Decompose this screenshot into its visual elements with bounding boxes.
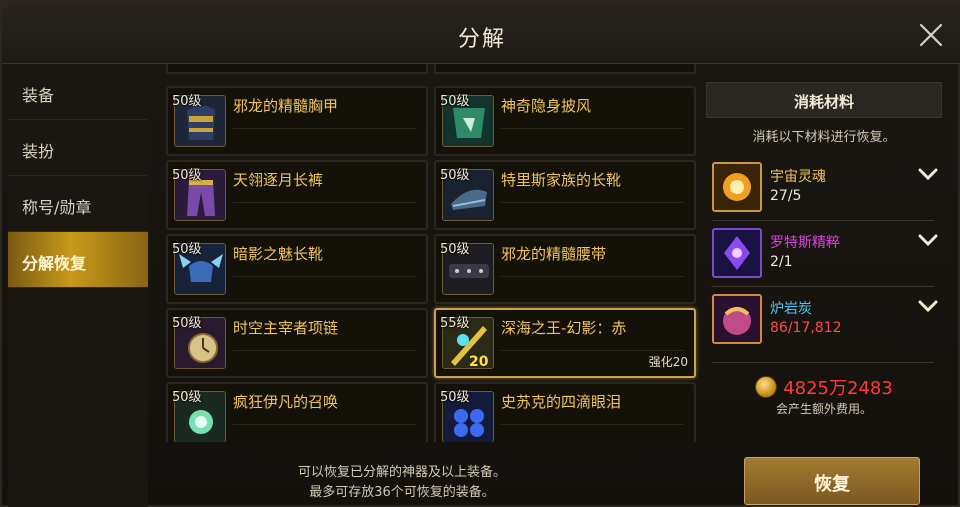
svg-text:20: 20 (469, 354, 489, 369)
material-item[interactable]: 罗特斯精粹 2/1 (712, 228, 942, 280)
list-item[interactable]: 50级 疯狂伊凡的召唤 (166, 382, 428, 442)
sidebar-item-restore[interactable]: 分解恢复 (8, 232, 148, 288)
title-bar: 分解 (2, 2, 960, 64)
close-icon[interactable] (918, 22, 944, 48)
list-item[interactable]: 50级 神奇隐身披风 (434, 86, 696, 156)
chevron-down-icon[interactable] (918, 298, 938, 313)
materials-header: 消耗材料 (706, 82, 942, 118)
material-item[interactable]: 炉岩炭 86/17,812 (712, 294, 942, 346)
list-item[interactable] (166, 64, 428, 74)
list-item[interactable]: 50级 天翎逐月长裤 (166, 160, 428, 230)
chevron-down-icon[interactable] (918, 166, 938, 181)
cost-row: 4825万2483 (706, 374, 942, 400)
cost-value: 4825万2483 (783, 378, 893, 399)
list-item[interactable] (434, 64, 696, 74)
restore-button[interactable]: 恢复 (744, 457, 920, 505)
list-item[interactable]: 50级 史苏克的四滴眼泪 (434, 382, 696, 442)
rotus-essence-icon (712, 228, 762, 278)
materials-subtitle: 消耗以下材料进行恢复。 (752, 130, 896, 145)
sidebar-item-equipment[interactable]: 装备 (8, 64, 148, 120)
list-item[interactable]: 50级 暗影之魅长靴 (166, 234, 428, 304)
footer-note-2: 最多可存放36个可恢复的装备。 (309, 485, 495, 500)
gold-coin-icon (755, 376, 778, 398)
footer-note-1: 可以恢复已分解的神器及以上装备。 (297, 465, 506, 480)
sidebar-item-title-medal[interactable]: 称号/勋章 (8, 176, 148, 232)
window-title: 分解 (457, 27, 506, 52)
chevron-down-icon[interactable] (918, 232, 938, 247)
cost-note: 会产生额外费用。 (775, 402, 872, 416)
list-item[interactable]: 50级 邪龙的精髓胸甲 (166, 86, 428, 156)
enhance-level: 强化20 (648, 355, 688, 369)
list-item[interactable]: 50级 特里斯家族的长靴 (434, 160, 696, 230)
decompose-window: 分解 装备 装扮 称号/勋章 分解恢复 50级 邪龙的精髓胸甲 50级 神奇隐身… (0, 0, 960, 507)
list-item[interactable]: 50级 时空主宰者项链 (166, 308, 428, 378)
restorable-item-list[interactable]: 50级 邪龙的精髓胸甲 50级 神奇隐身披风 50级 天翎逐月长裤 50级 特里… (156, 64, 702, 442)
materials-panel: 消耗材料 消耗以下材料进行恢复。 宇宙灵魂 27/5 罗特斯精粹 2/1 炉岩炭… (706, 82, 942, 422)
list-item[interactable]: 50级 邪龙的精髓腰带 (434, 234, 696, 304)
sidebar: 装备 装扮 称号/勋章 分解恢复 (8, 64, 148, 507)
lava-charcoal-icon (712, 294, 762, 344)
list-item-selected[interactable]: 20 55级 深海之王-幻影：赤 强化20 (434, 308, 696, 378)
sidebar-item-costume[interactable]: 装扮 (8, 120, 148, 176)
cosmic-soul-icon (712, 162, 762, 212)
material-item[interactable]: 宇宙灵魂 27/5 (712, 162, 942, 214)
